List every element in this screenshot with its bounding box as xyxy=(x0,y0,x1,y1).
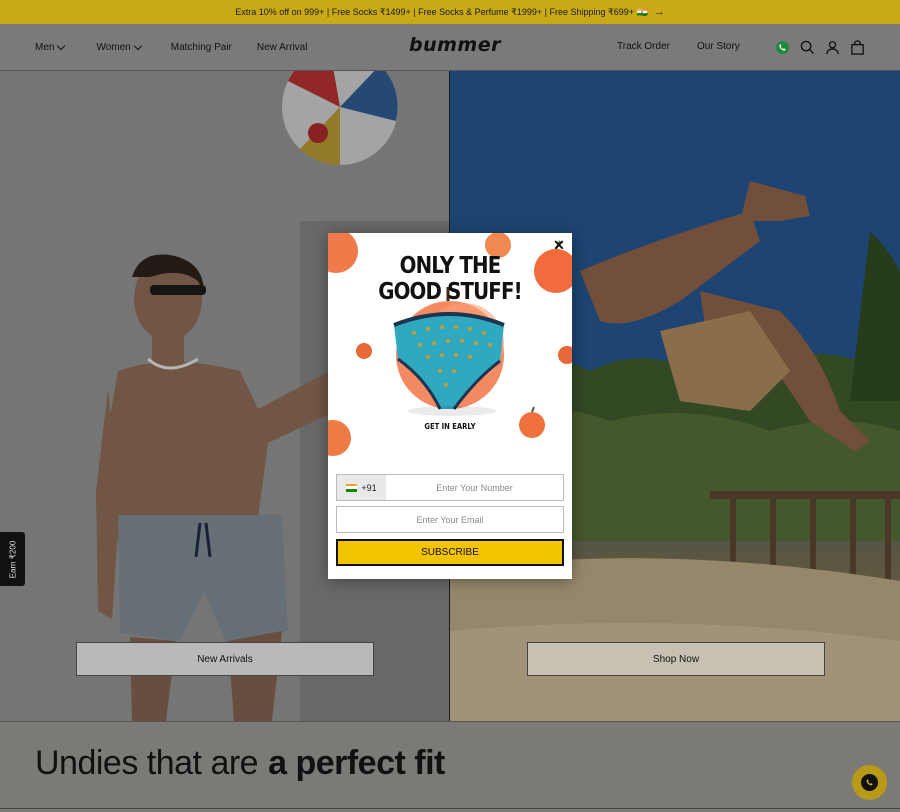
announcement-bar[interactable]: Extra 10% off on 999+ | Free Socks ₹1499… xyxy=(0,0,900,24)
whatsapp-chat-button[interactable] xyxy=(852,765,887,800)
arrow-right-icon[interactable]: → xyxy=(654,6,665,18)
shop-now-button[interactable]: Shop Now xyxy=(527,642,825,676)
headline-line-2: GOOD STUFF! xyxy=(378,279,522,305)
cart-icon[interactable] xyxy=(849,39,865,55)
whatsapp-icon[interactable] xyxy=(774,39,790,55)
email-field xyxy=(336,506,564,533)
popup-headline: ONLY THE GOOD STUFF! xyxy=(345,253,555,305)
announcement-text: Extra 10% off on 999+ | Free Socks ₹1499… xyxy=(235,6,648,17)
popup-artwork: ONLY THE GOOD STUFF! GET IN EARLY xyxy=(328,233,572,465)
tagline-bold: a perfect fit xyxy=(268,744,445,782)
india-flag-icon xyxy=(346,483,358,492)
nav-item-label: Men xyxy=(35,42,55,53)
new-arrivals-button[interactable]: New Arrivals xyxy=(76,642,374,676)
earn-rewards-tab[interactable]: Earn ₹200 xyxy=(0,532,25,586)
nav-item-label: Women xyxy=(96,42,131,53)
tagline-regular: Undies that are xyxy=(35,744,259,782)
close-icon[interactable]: ✕ xyxy=(552,238,566,252)
subscribe-button[interactable]: SUBSCRIBE xyxy=(336,539,564,566)
main-nav: Men Women Matching Pair New Arrival xyxy=(35,24,307,71)
earn-rewards-label: Earn ₹200 xyxy=(8,540,17,578)
section-divider xyxy=(0,808,900,809)
phone-input[interactable] xyxy=(386,475,563,500)
chevron-down-icon xyxy=(133,41,142,51)
headline-line-1: ONLY THE xyxy=(399,253,502,279)
tagline-heading: Undies that are a perfect fit xyxy=(35,744,445,783)
site-logo[interactable]: bummer xyxy=(409,34,501,56)
email-input[interactable] xyxy=(337,507,563,532)
phone-field: +91 xyxy=(336,474,564,501)
whatsapp-icon xyxy=(861,774,878,791)
country-code-selector[interactable]: +91 xyxy=(337,475,386,500)
nav-item-label: Matching Pair xyxy=(170,42,232,53)
nav-item-women[interactable]: Women xyxy=(96,41,142,53)
nav-item-new-arrival[interactable]: New Arrival xyxy=(257,42,308,53)
chevron-down-icon xyxy=(57,41,66,51)
signup-popup: ONLY THE GOOD STUFF! GET IN EARLY ✕ +91 … xyxy=(328,233,572,579)
country-code: +91 xyxy=(361,482,377,493)
search-icon[interactable] xyxy=(799,39,815,55)
account-icon[interactable] xyxy=(824,39,840,55)
track-order-link[interactable]: Track Order xyxy=(617,41,670,52)
nav-item-men[interactable]: Men xyxy=(35,41,66,53)
nav-item-matching-pair[interactable]: Matching Pair xyxy=(171,42,232,53)
popup-subheadline: GET IN EARLY xyxy=(424,422,476,431)
our-story-link[interactable]: Our Story xyxy=(697,41,740,52)
site-header: Men Women Matching Pair New Arrival bumm… xyxy=(0,24,900,71)
nav-item-label: New Arrival xyxy=(256,42,308,53)
